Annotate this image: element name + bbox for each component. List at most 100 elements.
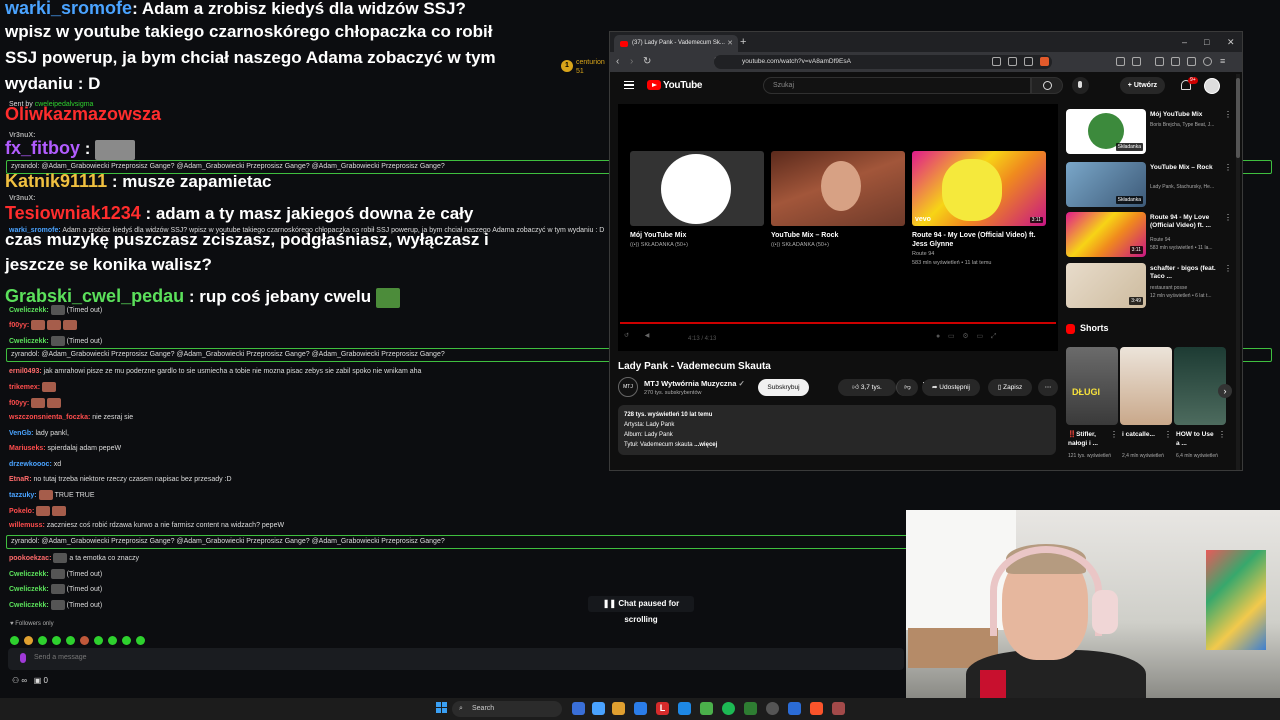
- emote-icon[interactable]: [38, 636, 47, 646]
- file-explorer-icon[interactable]: [612, 702, 625, 715]
- more-options-icon[interactable]: ⋮: [1224, 264, 1232, 273]
- channel-avatar[interactable]: MTJ: [618, 377, 638, 397]
- emote-icon[interactable]: [94, 636, 103, 646]
- emote-icon[interactable]: [10, 636, 19, 646]
- settings-gear-icon[interactable]: ⚙: [962, 333, 968, 340]
- more-options-icon[interactable]: ⋮: [1224, 163, 1232, 172]
- chat-message: wszczonsnienta_foczka: nie zesraj sie: [9, 414, 134, 421]
- more-options-icon[interactable]: ⋮: [1224, 213, 1232, 222]
- recommended-video[interactable]: 3:49 schafter - bigos (feat. Taco ... re…: [1066, 263, 1236, 309]
- fullscreen-icon[interactable]: ⤢: [991, 333, 997, 340]
- forward-button[interactable]: ›: [630, 56, 633, 68]
- endscreen-card[interactable]: Mój YouTube Mix ((•)) SKŁADANKA (50+): [630, 151, 764, 249]
- video-player[interactable]: Mój YouTube Mix ((•)) SKŁADANKA (50+) Yo…: [618, 104, 1058, 391]
- channel-name[interactable]: MTJ Wytwórnia Muzyczna ✓: [644, 379, 745, 388]
- vpn-icon[interactable]: [1203, 57, 1212, 66]
- emote-icon: [50, 600, 65, 610]
- app-icon[interactable]: [832, 702, 845, 715]
- chat-message: wpisz w youtube takiego czarnoskórego ch…: [5, 22, 493, 41]
- cast-icon[interactable]: [1008, 57, 1017, 66]
- hamburger-menu-icon[interactable]: [624, 81, 634, 89]
- save-button[interactable]: ▯ Zapisz: [988, 379, 1032, 396]
- create-button[interactable]: + Utwórz: [1120, 77, 1165, 94]
- emote-icon[interactable]: [136, 636, 145, 646]
- translate-icon[interactable]: [992, 57, 1001, 66]
- address-bar[interactable]: youtube.com/watch?v=vA8amDf9EsA: [714, 55, 1052, 69]
- show-more-link[interactable]: ...więcej: [694, 442, 717, 448]
- more-options-icon[interactable]: ⋮: [1224, 110, 1232, 119]
- mail-icon[interactable]: [678, 702, 691, 715]
- more-actions-button[interactable]: ⋯: [1038, 379, 1058, 396]
- recommended-thumbnail: 3:49: [1066, 263, 1146, 308]
- app-icon[interactable]: [744, 702, 757, 715]
- app-icon[interactable]: [634, 702, 647, 715]
- miniplayer-icon[interactable]: ▭: [976, 333, 983, 340]
- share-icon[interactable]: [1024, 57, 1033, 66]
- wallet-icon[interactable]: [1171, 57, 1180, 66]
- download-icon[interactable]: [1155, 57, 1164, 66]
- endscreen-card[interactable]: vevo 3:11 Route 94 - My Love (Official Vi…: [912, 151, 1046, 267]
- account-avatar[interactable]: [1204, 78, 1220, 94]
- extensions-icon[interactable]: [1116, 57, 1125, 66]
- autoplay-icon[interactable]: ●: [936, 333, 940, 340]
- search-input[interactable]: Szukaj: [763, 77, 1031, 94]
- emote-icon[interactable]: [122, 636, 131, 646]
- app-icon[interactable]: [766, 702, 779, 715]
- player-right-controls: ● ▭ ⚙ ▭ ⤢: [936, 332, 997, 341]
- volume-icon[interactable]: ◀: [645, 332, 650, 339]
- more-options-icon[interactable]: ⋮: [1164, 430, 1172, 439]
- page-scrollbar[interactable]: [1236, 74, 1240, 470]
- emote-icon[interactable]: [80, 636, 89, 646]
- progress-bar[interactable]: [620, 322, 1056, 324]
- emote-icon[interactable]: [52, 636, 61, 646]
- subtitles-icon[interactable]: ▭: [948, 333, 955, 340]
- app-icon[interactable]: L: [656, 702, 669, 715]
- short-thumbnail[interactable]: [1174, 347, 1226, 425]
- youtube-logo-icon[interactable]: [647, 80, 661, 90]
- like-button[interactable]: 👍︎ 3,7 tys.: [838, 379, 896, 396]
- task-view-icon[interactable]: [572, 702, 585, 715]
- app-icon[interactable]: [700, 702, 713, 715]
- emote-icon[interactable]: [24, 636, 33, 646]
- taskbar-search[interactable]: ⌕ Search: [452, 701, 562, 717]
- windows-start-icon[interactable]: [436, 702, 448, 714]
- emote-icon[interactable]: [66, 636, 75, 646]
- recommended-video[interactable]: Składanka Mój YouTube Mix Boris Brejcha,…: [1066, 109, 1236, 155]
- video-description[interactable]: 728 tys. wyświetleń 10 lat temu Artysta:…: [618, 405, 1056, 455]
- dislike-button[interactable]: 👎︎: [896, 379, 918, 396]
- reload-button[interactable]: ↻: [643, 56, 651, 68]
- more-options-icon[interactable]: ⋮: [1110, 430, 1118, 439]
- edge-icon[interactable]: [788, 702, 801, 715]
- replay-icon[interactable]: ↺: [624, 332, 629, 339]
- subscribe-button[interactable]: Subskrybuj: [758, 379, 809, 396]
- sidebar-icon[interactable]: [1132, 57, 1141, 66]
- share-button[interactable]: ➦ Udostępnij: [922, 379, 980, 396]
- youtube-logo-text[interactable]: YouTube: [663, 80, 703, 91]
- endscreen-card[interactable]: YouTube Mix – Rock ((•)) SKŁADANKA (50+): [771, 151, 905, 249]
- short-thumbnail[interactable]: [1120, 347, 1172, 425]
- emote-icon[interactable]: [108, 636, 117, 646]
- more-options-icon[interactable]: ⋮: [1218, 430, 1226, 439]
- voice-search-icon[interactable]: [1072, 77, 1089, 94]
- leo-icon[interactable]: [1187, 57, 1196, 66]
- recommended-video[interactable]: Składanka YouTube Mix – Rock Lady Pank, …: [1066, 162, 1236, 208]
- close-tab-icon[interactable]: ✕: [727, 35, 733, 52]
- spotify-icon[interactable]: [722, 702, 735, 715]
- chat-input[interactable]: Send a message: [8, 648, 904, 670]
- brave-shield-icon[interactable]: [1040, 57, 1049, 66]
- short-thumbnail[interactable]: DŁUGI: [1066, 347, 1118, 425]
- browser-tab[interactable]: (37) Lady Pank - Vademecum Sk... ✕: [614, 35, 738, 52]
- app-icon[interactable]: [592, 702, 605, 715]
- new-tab-button[interactable]: +: [740, 35, 746, 49]
- back-button[interactable]: ‹: [616, 56, 619, 68]
- search-button[interactable]: [1031, 77, 1063, 94]
- menu-icon[interactable]: ≡: [1220, 57, 1229, 66]
- brave-browser-icon[interactable]: [810, 702, 823, 715]
- close-window-button[interactable]: ✕: [1227, 35, 1235, 49]
- maximize-button[interactable]: □: [1204, 35, 1209, 49]
- chat-paused-button[interactable]: ❚❚ Chat paused for scrolling: [588, 596, 694, 624]
- shorts-next-button[interactable]: ›: [1218, 384, 1232, 398]
- mic-icon: [20, 653, 26, 663]
- recommended-video[interactable]: 3:11 Route 94 - My Love (Official Video)…: [1066, 212, 1236, 258]
- minimize-button[interactable]: –: [1182, 35, 1187, 49]
